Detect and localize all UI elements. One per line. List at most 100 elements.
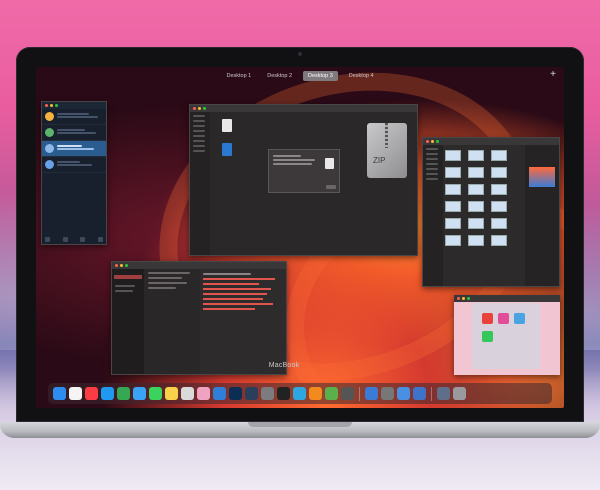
folder-icon[interactable]: [222, 143, 232, 156]
image-thumbnail[interactable]: [491, 218, 507, 229]
telegram-icon[interactable]: [293, 387, 306, 400]
note-editor[interactable]: [200, 269, 286, 374]
zip-label: ZIP: [373, 156, 386, 165]
zoom-icon[interactable]: [436, 140, 439, 143]
image-thumbnail[interactable]: [468, 201, 484, 212]
image-thumbnail[interactable]: [445, 235, 461, 246]
mail-icon[interactable]: [397, 387, 410, 400]
image-thumbnail[interactable]: [491, 167, 507, 178]
stack-icon[interactable]: [437, 387, 450, 400]
add-space-button[interactable]: +: [550, 70, 556, 80]
space-tab-desktop-2[interactable]: Desktop 2: [262, 71, 297, 81]
close-icon[interactable]: [193, 107, 196, 110]
photos-icon[interactable]: [197, 387, 210, 400]
settings-icon[interactable]: [341, 387, 354, 400]
phone-home-screen: [472, 303, 540, 369]
photoshop-icon[interactable]: [229, 387, 242, 400]
minimize-icon[interactable]: [120, 264, 123, 267]
minimize-icon[interactable]: [198, 107, 201, 110]
image-thumbnail[interactable]: [491, 201, 507, 212]
window-notes[interactable]: [111, 261, 287, 375]
window-titlebar: [423, 138, 559, 145]
zoom-icon[interactable]: [55, 104, 58, 107]
close-icon[interactable]: [426, 140, 429, 143]
minimize-icon[interactable]: [462, 297, 465, 300]
avatar: [45, 144, 54, 153]
zoom-icon[interactable]: [203, 107, 206, 110]
downloads-icon[interactable]: [413, 387, 426, 400]
document-icon[interactable]: [365, 387, 378, 400]
window-titlebar: [42, 102, 106, 109]
chat-list-item[interactable]: [42, 109, 106, 125]
window-file-browser[interactable]: [422, 137, 560, 287]
window-titlebar: [190, 105, 417, 112]
image-thumbnail[interactable]: [445, 218, 461, 229]
image-thumbnail[interactable]: [468, 167, 484, 178]
image-thumbnail[interactable]: [445, 201, 461, 212]
image-thumbnail[interactable]: [445, 150, 461, 161]
music-icon[interactable]: [85, 387, 98, 400]
terminal-icon[interactable]: [277, 387, 290, 400]
image-thumbnail[interactable]: [491, 150, 507, 161]
zoom-icon[interactable]: [125, 264, 128, 267]
space-tab-desktop-4[interactable]: Desktop 4: [344, 71, 379, 81]
app-store-icon[interactable]: [101, 387, 114, 400]
window-finder[interactable]: ZIP: [189, 104, 418, 256]
xcode-icon[interactable]: [213, 387, 226, 400]
alert-dialog[interactable]: [268, 149, 340, 193]
notes-list: [144, 269, 200, 374]
lightroom-icon[interactable]: [245, 387, 258, 400]
app-icon: [498, 313, 509, 324]
image-thumbnail[interactable]: [468, 218, 484, 229]
zip-file-icon[interactable]: ZIP: [367, 123, 407, 178]
trash-icon[interactable]: [453, 387, 466, 400]
image-thumbnail[interactable]: [491, 184, 507, 195]
image-capture-icon[interactable]: [381, 387, 394, 400]
image-thumbnail[interactable]: [445, 184, 461, 195]
minimize-icon[interactable]: [50, 104, 53, 107]
messages-icon[interactable]: [149, 387, 162, 400]
maps-icon[interactable]: [325, 387, 338, 400]
settings-icon[interactable]: [97, 237, 103, 242]
chat-list-item[interactable]: [42, 157, 106, 173]
app-icon: [514, 313, 525, 324]
image-thumbnail[interactable]: [468, 150, 484, 161]
notes-folder-list: [112, 269, 144, 374]
notes-icon[interactable]: [165, 387, 178, 400]
finder-icon[interactable]: [53, 387, 66, 400]
window-titlebar: [112, 262, 286, 269]
thumbnail-grid: [445, 150, 507, 246]
image-thumbnail[interactable]: [468, 235, 484, 246]
macbook-brand-label: MacBook: [268, 362, 300, 369]
chat-list-item[interactable]: [42, 141, 106, 157]
window-chat-app[interactable]: [41, 101, 107, 245]
image-thumbnail[interactable]: [468, 184, 484, 195]
calls-icon[interactable]: [62, 237, 68, 242]
close-icon[interactable]: [45, 104, 48, 107]
space-tab-desktop-3[interactable]: Desktop 3: [303, 71, 338, 81]
preview-icon[interactable]: [181, 387, 194, 400]
chat-list-item[interactable]: [42, 125, 106, 141]
chats-icon[interactable]: [80, 237, 86, 242]
image-thumbnail[interactable]: [491, 235, 507, 246]
close-icon[interactable]: [457, 297, 460, 300]
calendar-icon[interactable]: [69, 387, 82, 400]
window-phone-screenshot[interactable]: [454, 295, 560, 375]
chrome-icon[interactable]: [117, 387, 130, 400]
spaces-bar: Desktop 1 Desktop 2 Desktop 3 Desktop 4 …: [36, 67, 564, 85]
close-icon[interactable]: [115, 264, 118, 267]
app-icon: [482, 313, 493, 324]
contacts-icon[interactable]: [45, 237, 50, 242]
dialog-ok-button[interactable]: [326, 185, 336, 189]
zoom-icon[interactable]: [467, 297, 470, 300]
vlc-icon[interactable]: [309, 387, 322, 400]
window-titlebar: [454, 295, 560, 302]
image-thumbnail[interactable]: [445, 167, 461, 178]
system-preferences-icon[interactable]: [261, 387, 274, 400]
dock-separator: [359, 386, 360, 401]
document-icon[interactable]: [222, 119, 232, 132]
folder-item-selected[interactable]: [114, 275, 142, 279]
minimize-icon[interactable]: [431, 140, 434, 143]
space-tab-desktop-1[interactable]: Desktop 1: [221, 71, 256, 81]
safari-icon[interactable]: [133, 387, 146, 400]
